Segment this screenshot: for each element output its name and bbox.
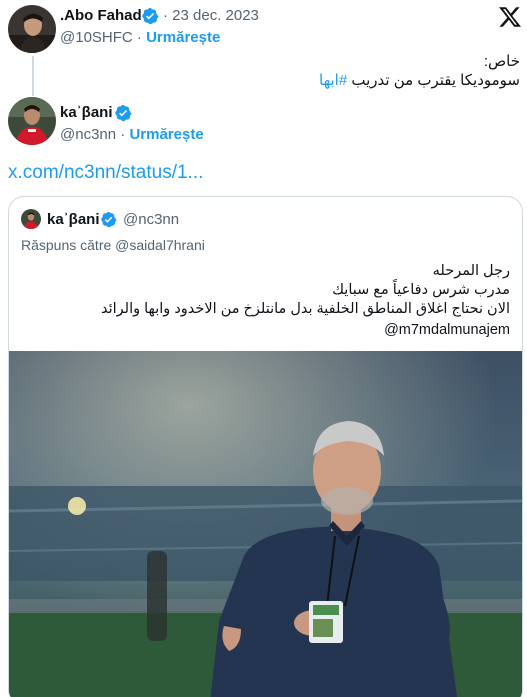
quoted-author-avatar xyxy=(21,209,41,229)
quoted-text-line: رجل المرحله xyxy=(432,263,510,279)
author-handle-text[interactable]: @10SHFC xyxy=(60,29,133,46)
quoted-text-line: الان نحتاج اغلاق المناطق الخلفية بدل مان… xyxy=(100,301,510,317)
tweet-date[interactable]: · 23 dec. 2023 xyxy=(163,7,259,24)
reply-author-handle: @nc3nn · Urmărește xyxy=(60,126,204,143)
quoted-tweet-card[interactable]: kaʾβani @nc3nn Răspuns către @saidal7hra… xyxy=(8,196,523,697)
reply-to-label: Răspuns către @saidal7hrani xyxy=(21,237,205,253)
quoted-author-handle: @nc3nn xyxy=(123,211,180,228)
reply-author-avatar[interactable] xyxy=(8,97,56,145)
thread-connector xyxy=(32,56,34,96)
tweet-text-line2: سوموديكا يقترب من تدريب #ابها xyxy=(319,71,520,89)
quoted-text-line: مدرب شرس دفاعياً مع سبايك xyxy=(332,282,510,298)
author-avatar[interactable] xyxy=(8,5,56,53)
follow-button[interactable]: Urmărește xyxy=(146,29,220,46)
quoted-author-name: kaʾβani xyxy=(47,211,100,228)
verified-badge-icon xyxy=(142,7,159,25)
status-link[interactable]: x.com/nc3nn/status/1... xyxy=(8,162,203,184)
quoted-photo[interactable] xyxy=(9,351,522,697)
reply-handle-text[interactable]: @nc3nn xyxy=(60,126,116,143)
author-handle: @10SHFC · Urmărește xyxy=(60,29,221,46)
separator-dot: · xyxy=(120,126,126,143)
x-logo-icon[interactable] xyxy=(498,5,522,29)
reply-author-name[interactable]: kaʾβani xyxy=(60,104,113,121)
reply-follow-button[interactable]: Urmărește xyxy=(129,126,203,143)
hashtag-link[interactable]: #ابها xyxy=(319,72,347,89)
author-name[interactable]: .Abo Fahad xyxy=(60,7,142,24)
verified-badge-icon xyxy=(101,211,117,228)
quoted-mention: @m7mdalmunajem xyxy=(384,322,510,338)
tweet-text-line1: خاص: xyxy=(483,53,520,70)
tweet-text-body: سوموديكا يقترب من تدريب xyxy=(347,72,520,89)
verified-badge-icon xyxy=(115,104,132,122)
